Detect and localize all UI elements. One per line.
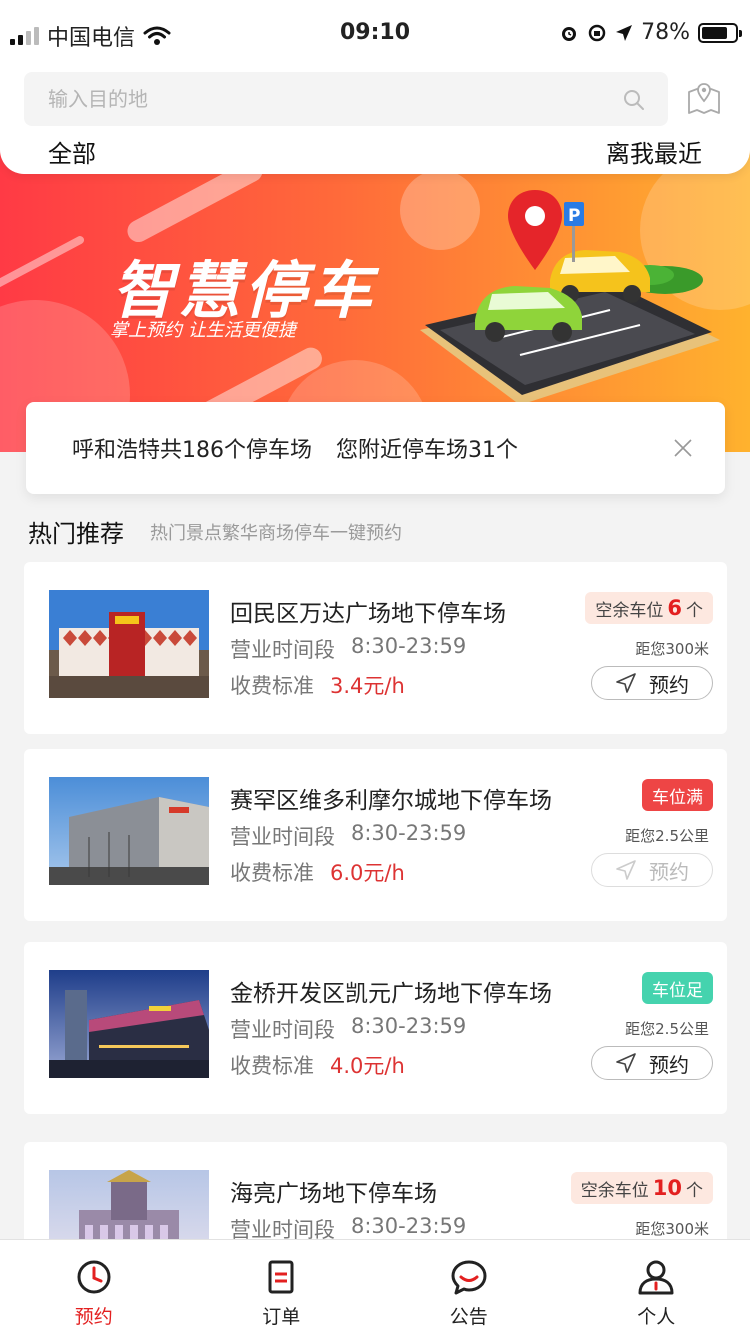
status-right: 78% (559, 20, 742, 45)
distance-text: 距您300米 (635, 640, 709, 658)
fee-row: 收费标准 3.4元/h (230, 670, 405, 700)
navigate-icon (616, 673, 636, 693)
hours-label: 营业时间段 (230, 1018, 335, 1042)
reserve-label: 预约 (649, 1052, 689, 1077)
fee-price: 4.0元/h (330, 1054, 405, 1078)
notice-total: 呼和浩特共186个停车场 (72, 438, 312, 463)
tab-orders[interactable]: 订单 (188, 1240, 376, 1334)
tab-notices[interactable]: 公告 (375, 1240, 563, 1334)
distance-text: 距您300米 (635, 1220, 709, 1238)
hours-value: 8:30-23:59 (351, 1014, 467, 1038)
vacancy-count: 6 (667, 596, 682, 620)
distance-text: 距您2.5公里 (625, 1020, 709, 1038)
parking-lot-name: 海亮广场地下停车场 (230, 1181, 437, 1207)
fee-price: 3.4元/h (330, 674, 405, 698)
tab-notices-label: 公告 (449, 1306, 488, 1328)
section-subtitle: 热门景点繁华商场停车一键预约 (150, 523, 402, 544)
tab-orders-label: 订单 (262, 1306, 301, 1328)
tab-profile-label: 个人 (637, 1306, 676, 1328)
person-icon (638, 1260, 674, 1295)
vacancy-prefix: 空余车位 (595, 600, 664, 621)
vacancy-prefix: 空余车位 (580, 1180, 649, 1201)
search-icon[interactable] (622, 88, 646, 112)
status-badge: 车位足 (642, 972, 713, 1004)
close-icon[interactable] (673, 438, 693, 458)
parking-lot-name: 金桥开发区凯元广场地下停车场 (230, 981, 552, 1007)
vacancy-badge: 空余车位 10 个 (570, 1172, 713, 1204)
parking-lot-name: 赛罕区维多利摩尔城地下停车场 (230, 788, 552, 814)
vacancy-suffix: 个 (686, 600, 703, 621)
distance-text: 距您2.5公里 (625, 827, 709, 845)
reserve-button[interactable]: 预约 (591, 666, 713, 700)
tab-bar: 预约 订单 公告 个人 (0, 1239, 750, 1334)
map-icon[interactable] (686, 80, 722, 116)
filter-all[interactable]: 全部 (48, 134, 96, 169)
hours-value: 8:30-23:59 (351, 634, 467, 658)
hours-value: 8:30-23:59 (351, 821, 467, 845)
fee-label: 收费标准 (230, 674, 314, 698)
fee-row: 收费标准 6.0元/h (230, 857, 405, 887)
reserve-label: 预约 (649, 859, 689, 884)
fee-row: 收费标准 4.0元/h (230, 1050, 405, 1080)
reserve-button[interactable]: 预约 (591, 1046, 713, 1080)
section-title: 热门推荐 (28, 520, 124, 548)
parking-card[interactable]: 金桥开发区凯元广场地下停车场 营业时间段 8:30-23:59 收费标准 4.0元/h 车… (24, 942, 727, 1114)
vacancy-suffix: 个 (686, 1180, 703, 1201)
reserve-label: 预约 (649, 672, 689, 697)
tab-profile[interactable]: 个人 (563, 1240, 750, 1334)
svg-text:P: P (568, 206, 580, 226)
parking-lot-photo (49, 590, 209, 698)
status-badge: 车位满 (642, 779, 713, 811)
rotation-lock-icon (588, 24, 606, 41)
vacancy-badge: 空余车位 6 个 (585, 592, 713, 624)
fee-label: 收费标准 (230, 861, 314, 885)
tab-reserve[interactable]: 预约 (0, 1240, 188, 1334)
parking-card[interactable]: 回民区万达广场地下停车场 营业时间段 8:30-23:59 收费标准 3.4元/h 空余车… (24, 562, 727, 734)
hours-row: 营业时间段 8:30-23:59 (230, 1014, 466, 1044)
header-panel: 全部 离我最近 (0, 60, 750, 174)
fee-price: 6.0元/h (330, 861, 405, 885)
battery-icon (698, 22, 742, 43)
status-bar: 中国电信 09:10 78% (0, 0, 750, 66)
alarm-icon (562, 26, 577, 41)
battery-percent: 78% (641, 20, 690, 45)
hours-label: 营业时间段 (230, 825, 335, 849)
hours-row: 营业时间段 8:30-23:59 (230, 821, 466, 851)
navigate-icon (616, 1053, 636, 1073)
navigate-icon (616, 860, 636, 880)
reserve-button[interactable]: 预约 (591, 853, 713, 887)
parking-card[interactable]: 赛罕区维多利摩尔城地下停车场 营业时间段 8:30-23:59 收费标准 6.0元/h 车… (24, 749, 727, 921)
search-bar (24, 72, 668, 126)
search-input[interactable] (24, 72, 584, 126)
location-arrow-icon (616, 24, 633, 41)
hours-label: 营业时间段 (230, 638, 335, 662)
tab-reserve-label: 预约 (74, 1306, 113, 1328)
filter-nearest[interactable]: 离我最近 (606, 134, 702, 169)
vacancy-count: 10 (652, 1176, 682, 1200)
parking-summary-notice: 呼和浩特共186个停车场 您附近停车场31个 (26, 402, 725, 494)
clock-icon (77, 1260, 111, 1294)
notice-nearby: 您附近停车场31个 (336, 438, 518, 463)
order-icon (268, 1260, 294, 1294)
notice-text: 呼和浩特共186个停车场 您附近停车场31个 (72, 432, 518, 464)
banner-subtitle: 掌上预约 让生活更便捷 (110, 320, 296, 341)
fee-label: 收费标准 (230, 1054, 314, 1078)
message-icon (451, 1260, 487, 1295)
smart-parking-illustration: P (420, 190, 720, 405)
parking-lot-photo (49, 777, 209, 885)
parking-lot-photo (49, 970, 209, 1078)
parking-lot-name: 回民区万达广场地下停车场 (230, 601, 506, 627)
hours-row: 营业时间段 8:30-23:59 (230, 634, 466, 664)
